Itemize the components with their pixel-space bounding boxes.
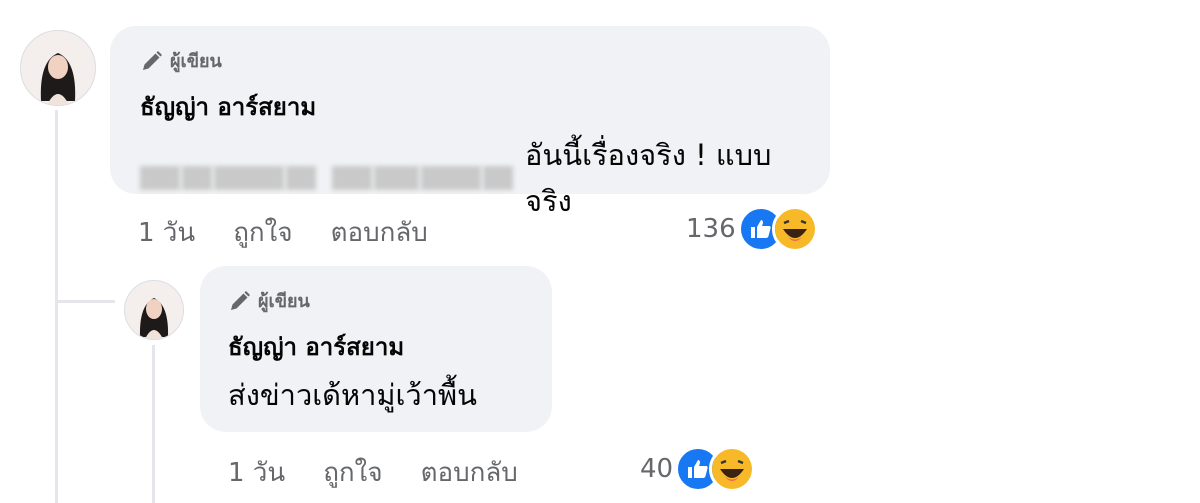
author-badge-label: ผู้เขียน: [170, 51, 222, 72]
author-name[interactable]: ธัญญ่า อาร์สยาม: [140, 87, 800, 126]
reactions[interactable]: 136: [686, 206, 818, 252]
avatar-image: [21, 31, 95, 105]
haha-icon: [771, 206, 818, 252]
reply-button[interactable]: ตอบกลับ: [421, 452, 518, 493]
author-badge: ผู้เขียน: [140, 46, 800, 75]
blurred-text: [140, 166, 513, 190]
comment-actions: 1 วัน ถูกใจ ตอบกลับ: [138, 212, 466, 253]
thread-branch: [55, 300, 115, 303]
avatar[interactable]: [20, 30, 96, 106]
reply-time[interactable]: 1 วัน: [228, 452, 285, 493]
haha-icon: [709, 446, 756, 492]
author-badge: ผู้เขียน: [228, 286, 524, 315]
reply-bubble: ผู้เขียน ธัญญ่า อาร์สยาม ส่งข่าวเด้หามู่…: [200, 266, 552, 432]
reply-avatar[interactable]: [124, 280, 184, 340]
reaction-count: 136: [686, 214, 736, 244]
author-badge-label: ผู้เขียน: [258, 291, 310, 312]
reaction-count: 40: [640, 454, 674, 484]
comment-bubble: ผู้เขียน ธัญญ่า อาร์สยาม อันนี้เรื่องจริ…: [110, 26, 830, 218]
like-button[interactable]: ถูกใจ: [233, 212, 292, 253]
like-button[interactable]: ถูกใจ: [323, 452, 382, 493]
author-name[interactable]: ธัญญ่า อาร์สยาม: [228, 327, 524, 366]
pencil-icon: [143, 50, 162, 70]
reply-text: ส่งข่าวเด้หามู่เว้าพื้น: [228, 378, 477, 412]
thread-line: [55, 110, 58, 503]
reply-button[interactable]: ตอบกลับ: [331, 212, 428, 253]
reply-thread-line: [152, 345, 155, 503]
reactions[interactable]: 40: [640, 446, 756, 492]
comment-time[interactable]: 1 วัน: [138, 212, 195, 253]
reply-actions: 1 วัน ถูกใจ ตอบกลับ: [228, 452, 556, 493]
avatar-image: [125, 281, 183, 339]
pencil-icon: [231, 290, 250, 310]
